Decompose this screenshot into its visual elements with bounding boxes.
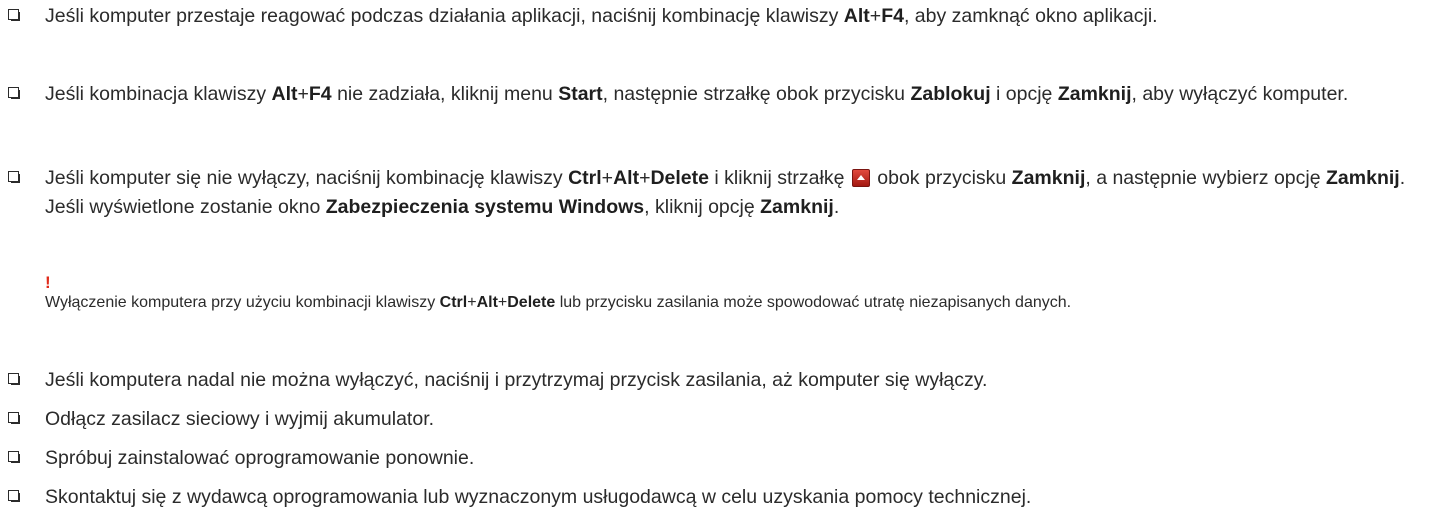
key-alt: Alt [476,294,498,311]
list-item-5: Odłącz zasilacz sieciowy i wyjmij akumul… [8,405,1433,434]
list-item-2: Jeśli kombinacja klawiszy Alt+F4 nie zad… [8,80,1433,109]
key-f4: F4 [881,5,904,27]
list-item-text: Jeśli kombinacja klawiszy Alt+F4 nie zad… [45,83,1349,105]
shutdown-option-label: Zamknij [760,196,834,218]
warning-text: Wyłączenie komputera przy użyciu kombina… [45,294,1072,311]
list-item-4: Jeśli komputera nadal nie można wyłączyć… [8,366,1433,395]
checkbox-bullet-icon [8,412,20,424]
warning-note: ! Wyłączenie komputera przy użyciu kombi… [45,273,1425,314]
list-item-text: Spróbuj zainstalować oprogramowanie pono… [45,447,475,469]
key-ctrl: Ctrl [568,167,602,189]
checkbox-bullet-icon [8,490,20,502]
key-delete: Delete [507,294,556,311]
key-alt: Alt [613,167,640,189]
list-item-text: Odłącz zasilacz sieciowy i wyjmij akumul… [45,408,435,430]
document-page: Jeśli komputer przestaje reagować podcza… [0,0,1449,524]
checkbox-bullet-icon [8,171,20,183]
list-item-1: Jeśli komputer przestaje reagować podcza… [8,2,1433,31]
checkbox-bullet-icon [8,87,20,99]
list-item-7: Skontaktuj się z wydawcą oprogramowania … [8,483,1433,512]
list-item-3: Jeśli komputer się nie wyłączy, naciśnij… [8,164,1433,222]
list-item-text: Jeśli komputera nadal nie można wyłączyć… [45,369,988,391]
lock-button-label: Zablokuj [910,83,991,105]
windows-security-label: Zabezpieczenia systemu Windows [325,196,645,218]
shutdown-arrow-icon [851,169,870,187]
checkbox-bullet-icon [8,9,20,21]
key-alt: Alt [271,83,298,105]
key-delete: Delete [650,167,709,189]
checkbox-bullet-icon [8,451,20,463]
list-item-text: Jeśli komputer przestaje reagować podcza… [45,5,1158,27]
shutdown-option-label: Zamknij [1326,167,1400,189]
shutdown-button-label: Zamknij [1011,167,1086,189]
key-alt: Alt [843,5,870,27]
checkbox-bullet-icon [8,373,20,385]
key-ctrl: Ctrl [439,294,468,311]
list-item-text: Skontaktuj się z wydawcą oprogramowania … [45,486,1032,508]
list-item-text: Jeśli komputer się nie wyłączy, naciśnij… [45,167,1406,218]
shutdown-option-label: Zamknij [1057,83,1132,105]
key-f4: F4 [308,83,332,105]
warning-icon: ! [45,273,51,292]
start-menu-label: Start [558,83,603,105]
list-item-6: Spróbuj zainstalować oprogramowanie pono… [8,444,1433,473]
